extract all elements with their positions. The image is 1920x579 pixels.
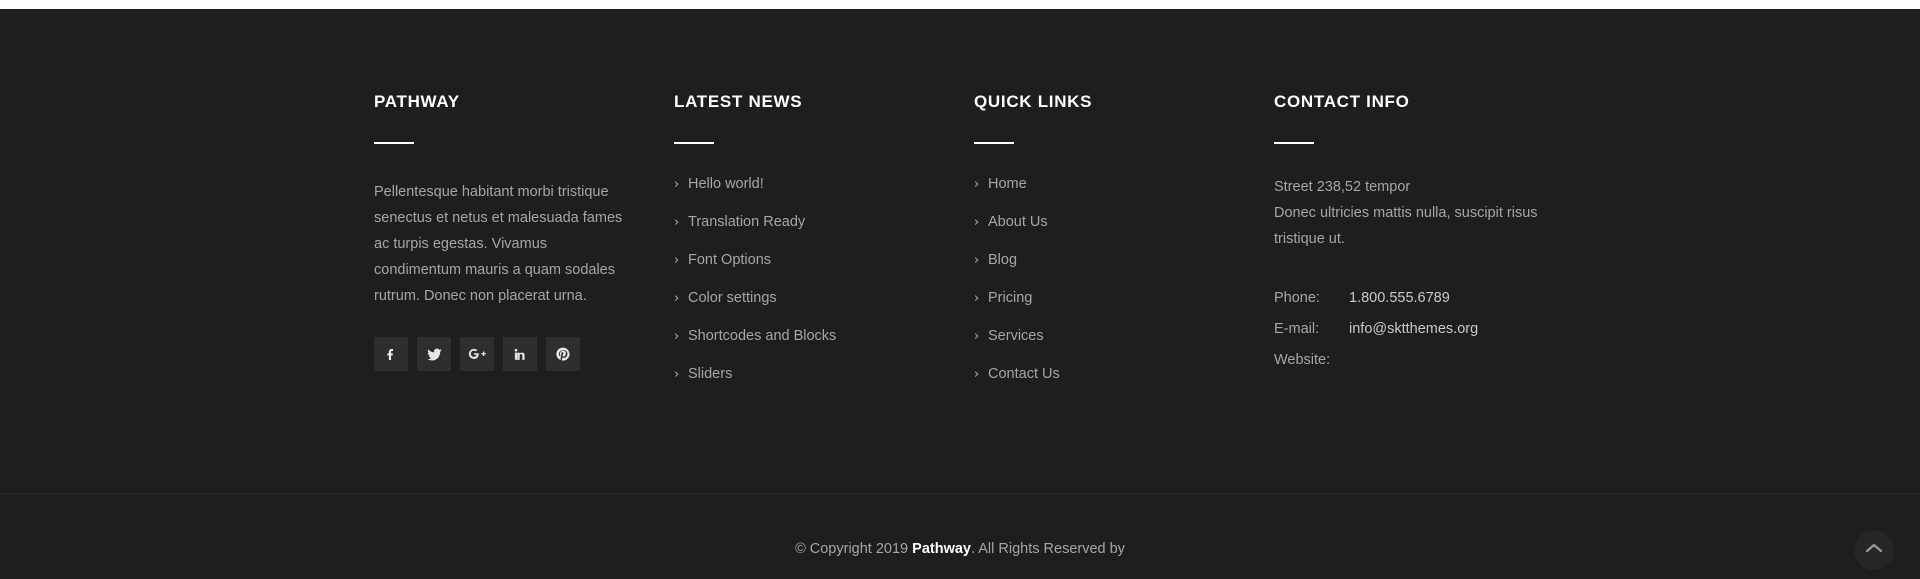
chevron-right-icon: › <box>674 329 680 344</box>
latest-news-list: › Hello world! › Translation Ready › Fon… <box>674 174 934 385</box>
list-item[interactable]: › Hello world! <box>674 174 934 195</box>
list-item-label: About Us <box>988 214 1048 230</box>
contact-info-title: CONTACT INFO <box>1274 92 1410 111</box>
scroll-to-top-button[interactable] <box>1854 530 1894 570</box>
chevron-right-icon: › <box>974 215 980 230</box>
list-item-label: Color settings <box>688 290 777 306</box>
social-link-twitter[interactable] <box>417 337 451 371</box>
copyright-prefix: © Copyright 2019 <box>795 541 913 557</box>
footer-column-latest-news: LATEST NEWS › Hello world! › Translation… <box>674 91 974 385</box>
list-item[interactable]: › Home <box>974 174 1234 195</box>
chevron-right-icon: › <box>974 291 980 306</box>
brand-title-rule <box>374 142 414 144</box>
list-item-label: Contact Us <box>988 366 1060 382</box>
chevron-right-icon: › <box>674 291 680 306</box>
social-link-pinterest[interactable] <box>546 337 580 371</box>
contact-address-line-2: Donec ultricies mattis nulla, suscipit r… <box>1274 205 1538 247</box>
contact-info-title-rule <box>1274 142 1314 144</box>
social-links <box>374 337 634 371</box>
site-footer: PATHWAY Pellentesque habitant morbi tris… <box>0 9 1920 579</box>
contact-key-phone: Phone: <box>1274 290 1320 306</box>
page-top-strip <box>0 0 1920 9</box>
footer-column-quick-links: QUICK LINKS › Home › About Us › Blog › P… <box>974 91 1274 385</box>
copyright-text: © Copyright 2019 Pathway. All Rights Res… <box>0 540 1920 558</box>
facebook-icon <box>383 346 399 362</box>
chevron-right-icon: › <box>974 253 980 268</box>
pinterest-icon <box>555 346 571 362</box>
latest-news-title: LATEST NEWS <box>674 92 803 111</box>
chevron-right-icon: › <box>974 329 980 344</box>
contact-detail-rows: Phone: 1.800.555.6789 E-mail: info@sktth… <box>1274 290 1534 368</box>
contact-address-line-1: Street 238,52 tempor <box>1274 179 1411 195</box>
quick-links-title: QUICK LINKS <box>974 92 1093 111</box>
chevron-right-icon: › <box>674 253 680 268</box>
footer-column-contact-info: CONTACT INFO Street 238,52 tempor Donec … <box>1274 91 1574 385</box>
list-item[interactable]: › Pricing <box>974 288 1234 309</box>
footer-main: PATHWAY Pellentesque habitant morbi tris… <box>0 9 1920 493</box>
contact-value-email[interactable]: info@sktthemes.org <box>1349 321 1478 337</box>
copyright-brand: Pathway <box>912 541 971 557</box>
footer-column-brand: PATHWAY Pellentesque habitant morbi tris… <box>374 91 674 385</box>
contact-key-email: E-mail: <box>1274 321 1320 337</box>
chevron-right-icon: › <box>674 215 680 230</box>
list-item-label: Hello world! <box>688 176 764 192</box>
linkedin-icon <box>513 347 528 362</box>
contact-key-website: Website: <box>1274 352 1331 368</box>
list-item-label: Blog <box>988 252 1018 268</box>
list-item[interactable]: › About Us <box>974 212 1234 233</box>
brand-description: Pellentesque habitant morbi tristique se… <box>374 184 623 304</box>
list-item-label: Font Options <box>688 252 772 268</box>
twitter-icon <box>426 346 443 363</box>
contact-address: Street 238,52 tempor Donec ultricies mat… <box>1274 174 1544 252</box>
contact-row-phone: Phone: 1.800.555.6789 <box>1274 290 1534 306</box>
copyright-suffix: . All Rights Reserved by <box>971 541 1125 557</box>
list-item[interactable]: › Services <box>974 326 1234 347</box>
list-item[interactable]: › Sliders <box>674 364 934 385</box>
list-item[interactable]: › Translation Ready <box>674 212 934 233</box>
social-link-google-plus[interactable] <box>460 337 494 371</box>
contact-row-website: Website: <box>1274 352 1534 368</box>
social-link-facebook[interactable] <box>374 337 408 371</box>
chevron-right-icon: › <box>674 177 680 192</box>
quick-links-title-rule <box>974 142 1014 144</box>
chevron-right-icon: › <box>974 367 980 382</box>
list-item[interactable]: › Contact Us <box>974 364 1234 385</box>
chevron-up-icon <box>1865 541 1883 559</box>
chevron-right-icon: › <box>674 367 680 382</box>
list-item-label: Sliders <box>688 366 733 382</box>
contact-row-email: E-mail: info@sktthemes.org <box>1274 321 1534 337</box>
contact-value-phone[interactable]: 1.800.555.6789 <box>1349 290 1450 306</box>
list-item[interactable]: › Font Options <box>674 250 934 271</box>
list-item-label: Home <box>988 176 1027 192</box>
brand-title: PATHWAY <box>374 92 460 111</box>
list-item[interactable]: › Color settings <box>674 288 934 309</box>
footer-bottom-bar: © Copyright 2019 Pathway. All Rights Res… <box>0 493 1920 579</box>
list-item[interactable]: › Shortcodes and Blocks <box>674 326 934 347</box>
latest-news-title-rule <box>674 142 714 144</box>
social-link-linkedin[interactable] <box>503 337 537 371</box>
quick-links-list: › Home › About Us › Blog › Pricing › Ser… <box>974 174 1234 385</box>
chevron-right-icon: › <box>974 177 980 192</box>
footer-columns: PATHWAY Pellentesque habitant morbi tris… <box>374 91 1574 385</box>
list-item-label: Services <box>988 328 1044 344</box>
list-item-label: Pricing <box>988 290 1033 306</box>
page-root: PATHWAY Pellentesque habitant morbi tris… <box>0 0 1920 579</box>
list-item-label: Shortcodes and Blocks <box>688 328 837 344</box>
google-plus-icon <box>468 346 487 362</box>
list-item[interactable]: › Blog <box>974 250 1234 271</box>
list-item-label: Translation Ready <box>688 214 806 230</box>
